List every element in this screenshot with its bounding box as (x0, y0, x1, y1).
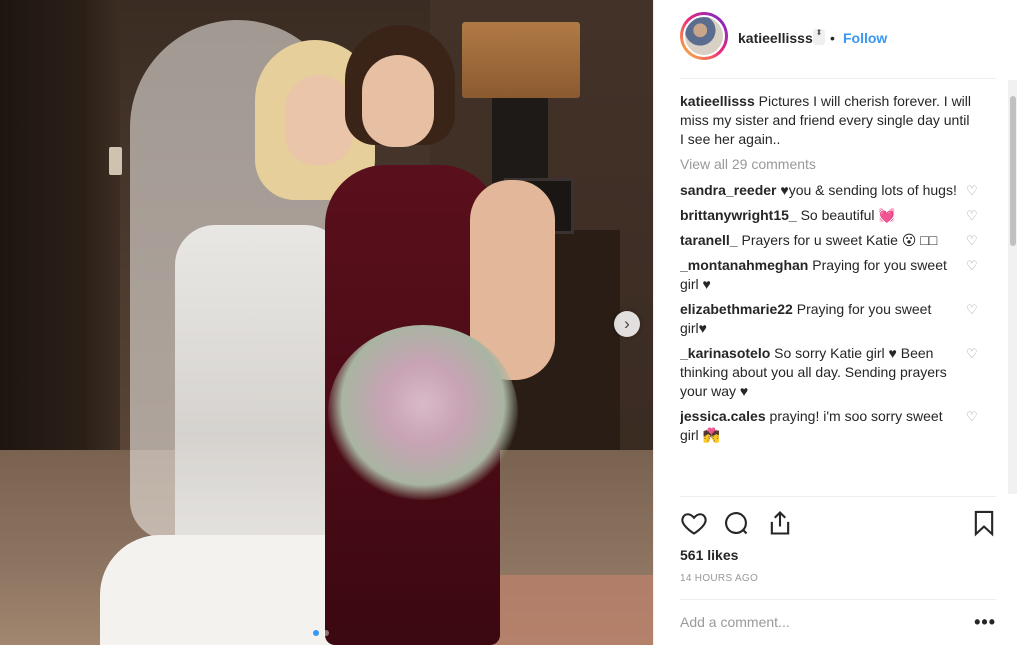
comment-item: _montanahmeghan Praying for you sweet gi… (680, 256, 996, 294)
carousel-dots (313, 630, 329, 636)
photo-bg-door (0, 0, 120, 460)
add-comment-row: ••• (680, 599, 996, 646)
comment-item: brittanywright15_ So beautiful 💓 ♡ (680, 206, 996, 225)
heart-icon[interactable]: ♡ (966, 347, 980, 361)
share-button[interactable] (766, 509, 794, 537)
comment-username[interactable]: sandra_reeder (680, 182, 777, 198)
comment-item: taranell_ Prayers for u sweet Katie 😮 □□… (680, 231, 996, 250)
post-timestamp[interactable]: 14 HOURS AGO (680, 573, 758, 584)
comment-text: ♥you & sending lots of hugs! (780, 182, 957, 198)
heart-icon (681, 513, 707, 535)
photo-lamp (462, 22, 580, 98)
comment-username[interactable]: _montanahmeghan (680, 257, 808, 273)
heart-icon[interactable]: ♡ (966, 259, 980, 273)
account-switch-icon[interactable]: ⬍ (813, 29, 825, 45)
like-count[interactable]: 561 likes (680, 547, 738, 563)
photo-lamp-base (492, 98, 548, 183)
heart-icon[interactable]: ♡ (966, 234, 980, 248)
chevron-right-icon: › (624, 314, 630, 333)
photo-bridesmaid-face (362, 55, 434, 147)
comment-text: Prayers for u sweet Katie 😮 □□ (741, 232, 938, 248)
carousel-dot-active (313, 630, 319, 636)
comment-item: sandra_reeder ♥you & sending lots of hug… (680, 181, 996, 200)
more-options-icon[interactable]: ••• (974, 612, 996, 633)
view-all-comments-link[interactable]: View all 29 comments (680, 155, 996, 174)
comment-username[interactable]: taranell_ (680, 232, 738, 248)
post-header: katieellisss ⬍ • Follow (680, 12, 996, 79)
heart-icon[interactable]: ♡ (966, 184, 980, 198)
comment-item: jessica.cales praying! i'm soo sorry swe… (680, 407, 996, 445)
follow-button[interactable]: Follow (843, 30, 887, 46)
bookmark-icon (974, 510, 994, 537)
heart-icon[interactable]: ♡ (966, 410, 980, 424)
avatar[interactable] (683, 15, 725, 57)
comment-text: So beautiful 💓 (800, 207, 896, 223)
photo-bride-face (285, 75, 353, 165)
post-username[interactable]: katieellisss (738, 30, 813, 46)
save-button[interactable] (970, 509, 998, 537)
heart-icon[interactable]: ♡ (966, 209, 980, 223)
header-separator: • (830, 30, 835, 46)
post-caption: katieellisss Pictures I will cherish for… (680, 92, 996, 149)
like-button[interactable] (680, 509, 708, 537)
comment-button[interactable] (722, 509, 750, 537)
carousel-dot (323, 630, 329, 636)
photo-bouquet (328, 325, 518, 500)
comment-username[interactable]: brittanywright15_ (680, 207, 797, 223)
post-side-panel: katieellisss ⬍ • Follow katieellisss Pic… (653, 0, 1017, 645)
comment-username[interactable]: jessica.cales (680, 408, 766, 424)
comment-item: elizabethmarie22 Praying for you sweet g… (680, 300, 996, 338)
post-photo[interactable]: › (0, 0, 653, 645)
comment-item: _karinasotelo So sorry Katie girl ♥ Been… (680, 344, 996, 401)
add-comment-input[interactable] (680, 614, 960, 630)
caption-username[interactable]: katieellisss (680, 93, 755, 109)
comment-username[interactable]: elizabethmarie22 (680, 301, 793, 317)
carousel-next-button[interactable]: › (614, 311, 640, 337)
comment-icon (725, 512, 748, 535)
story-ring[interactable] (680, 12, 728, 60)
photo-bg-lightswitch (109, 147, 122, 175)
post-actions: 561 likes 14 HOURS AGO ••• (680, 496, 996, 645)
comments-scroll-thumb[interactable] (1010, 96, 1016, 246)
comment-username[interactable]: _karinasotelo (680, 345, 770, 361)
share-icon (770, 511, 790, 535)
heart-icon[interactable]: ♡ (966, 303, 980, 317)
comments-list[interactable]: katieellisss Pictures I will cherish for… (680, 92, 996, 494)
